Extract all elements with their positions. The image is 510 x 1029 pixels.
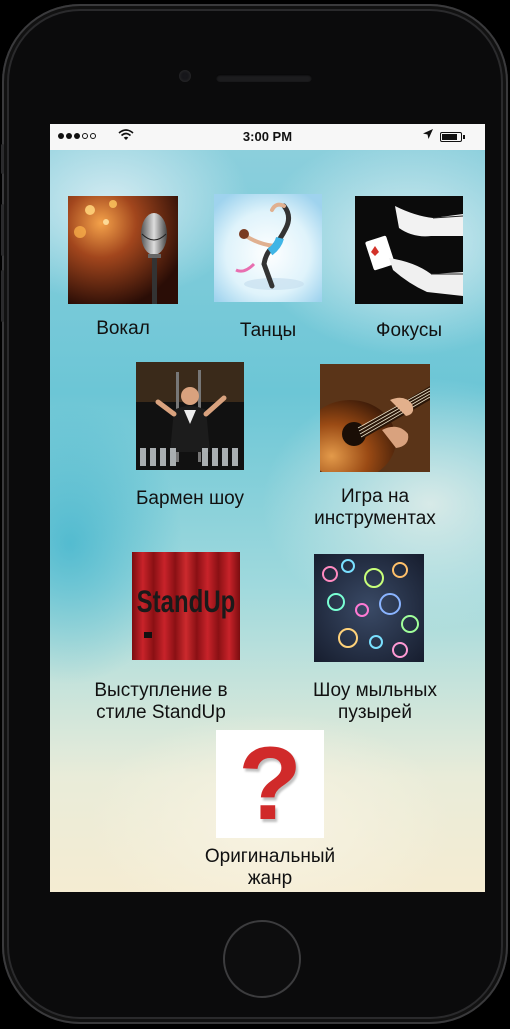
- category-bubbles-label-line2: пузырей: [338, 702, 412, 723]
- card-trick-image: [355, 196, 463, 304]
- front-camera: [179, 70, 191, 82]
- status-time: 3:00 PM: [242, 129, 293, 144]
- home-button[interactable]: [223, 920, 301, 998]
- guitar-image: [320, 364, 430, 472]
- category-standup-label: Выступление в стиле StandUp: [66, 680, 256, 724]
- question-mark-glyph: ?: [238, 730, 302, 838]
- microphone-image: [68, 196, 178, 304]
- question-mark-image: ?: [216, 730, 324, 838]
- category-instruments-label-line1: Игра на: [340, 486, 410, 507]
- battery-icon: [440, 132, 465, 142]
- volume-up-button: [1, 204, 4, 256]
- category-instruments-label-line2: инструментах: [314, 508, 436, 529]
- location-arrow-icon: [422, 128, 434, 143]
- category-instruments-label: Игра на инструментах: [290, 486, 460, 530]
- status-bar: 3:00 PM: [50, 124, 485, 150]
- category-original-label-line1: Оригинальный: [204, 846, 336, 867]
- category-magic-label: Фокусы: [376, 320, 442, 341]
- category-bartender-label: Бармен шоу: [135, 488, 245, 509]
- bubbles-image: [314, 554, 424, 662]
- bartender-image: [136, 362, 244, 470]
- category-bubbles-label: Шоу мыльных пузырей: [286, 680, 464, 724]
- category-standup-label-line2: стиле StandUp: [96, 702, 226, 723]
- app-screen: 3:00 PM Вокал Танцы Фокусы Бармен шоу Иг…: [50, 124, 485, 892]
- category-dance-label: Танцы: [239, 320, 297, 341]
- earpiece-speaker: [216, 74, 312, 82]
- svg-text:StandUp: StandUp: [137, 584, 236, 619]
- category-original-label-line2: жанр: [247, 868, 293, 889]
- volume-down-button: [1, 270, 4, 322]
- category-standup-label-line1: Выступление в: [94, 680, 228, 701]
- category-vocal-label: Вокал: [96, 318, 150, 339]
- category-bubbles-label-line1: Шоу мыльных: [313, 680, 437, 701]
- silent-switch: [1, 144, 4, 174]
- question-mark-icon: ?: [216, 730, 324, 838]
- dancer-image: [214, 194, 322, 302]
- standup-image: StandUp: [132, 552, 240, 660]
- category-original-label: Оригинальный жанр: [170, 846, 370, 890]
